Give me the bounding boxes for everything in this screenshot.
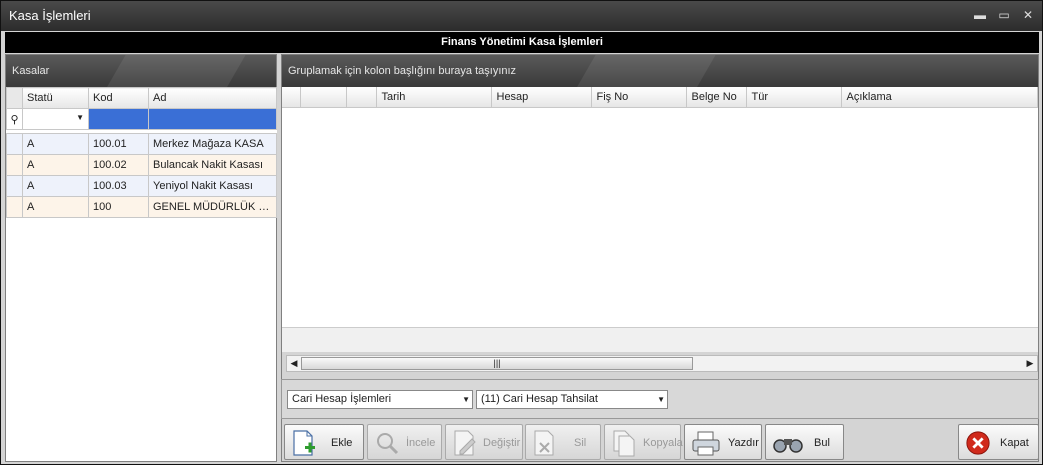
transaction-subtype-select[interactable]: (11) Cari Hesap Tahsilat ▼ — [476, 390, 668, 409]
row-indicator — [6, 196, 23, 218]
print-button-label: Yazdır — [728, 437, 759, 449]
cell-status: A — [22, 133, 89, 155]
column-header-type[interactable]: Tür — [746, 87, 842, 108]
close-button-label: Kapat — [1000, 437, 1029, 449]
delete-button-label: Sil — [574, 437, 587, 449]
cell-status: A — [22, 175, 89, 197]
cell-name: GENEL MÜDÜRLÜK NAKİT KASASI — [148, 196, 277, 218]
name-filter-input[interactable] — [148, 108, 277, 130]
table-row[interactable]: A 100.03 Yeniyol Nakit Kasası — [6, 175, 277, 197]
magnifier-icon — [377, 433, 399, 455]
window-title: Kasa İşlemleri — [9, 8, 91, 23]
group-by-hint[interactable]: Gruplamak için kolon başlığını buraya ta… — [282, 55, 1038, 87]
transaction-type-value: Cari Hesap İşlemleri — [292, 393, 392, 405]
horizontal-scrollbar[interactable]: ◀ ||| ▶ — [286, 355, 1038, 372]
filter-bar: Cari Hesap İşlemleri ▼ (11) Cari Hesap T… — [281, 379, 1039, 419]
title-bar: Kasa İşlemleri ▬ ▭ ✕ — [1, 1, 1042, 31]
chevron-down-icon: ▼ — [462, 395, 470, 404]
column-header-account[interactable]: Hesap — [491, 87, 592, 108]
column-header-date[interactable]: Tarih — [376, 87, 492, 108]
copy-button[interactable]: Kopyala — [604, 424, 683, 460]
print-button[interactable]: Yazdır — [684, 424, 762, 460]
find-button-label: Bul — [814, 437, 830, 449]
scroll-right-icon[interactable]: ▶ — [1024, 357, 1036, 370]
delete-document-icon — [534, 430, 554, 456]
printer-icon — [692, 431, 720, 456]
cell-code: 100.02 — [88, 154, 149, 176]
cell-name: Merkez Mağaza KASA — [148, 133, 277, 155]
add-button-label: Ekle — [331, 437, 353, 449]
table-row[interactable]: A 100 GENEL MÜDÜRLÜK NAKİT KASASI — [6, 196, 277, 218]
delete-button[interactable]: Sil — [525, 424, 601, 460]
edit-document-icon — [454, 430, 476, 456]
row-indicator-header — [6, 87, 23, 109]
table-row[interactable]: A 100.01 Merkez Mağaza KASA — [6, 133, 277, 155]
panel-title: Kasalar — [6, 55, 276, 87]
kasalar-panel: Kasalar Statü Kod Ad ⚲ ▼ A 100.01 Merkez… — [5, 54, 277, 462]
binoculars-icon — [773, 439, 803, 453]
grid-footer — [282, 327, 1038, 352]
row-indicator — [6, 154, 23, 176]
close-circle-icon — [966, 431, 990, 455]
column-header-status[interactable]: Statü — [22, 87, 89, 109]
row-indicator — [6, 133, 23, 155]
edit-button-label: Değiştir — [483, 437, 521, 449]
column-header-code[interactable]: Kod — [88, 87, 149, 109]
window: Kasa İşlemleri ▬ ▭ ✕ Finans Yönetimi Kas… — [0, 0, 1043, 465]
page-title: Finans Yönetimi Kasa İşlemleri — [5, 32, 1039, 53]
add-document-icon — [293, 430, 315, 456]
transaction-subtype-value: (11) Cari Hesap Tahsilat — [481, 393, 598, 405]
cell-name: Bulancak Nakit Kasası — [148, 154, 277, 176]
group-column-header — [346, 87, 377, 108]
copy-icon — [613, 430, 635, 457]
edit-button[interactable]: Değiştir — [445, 424, 523, 460]
cell-code: 100 — [88, 196, 149, 218]
transaction-type-select[interactable]: Cari Hesap İşlemleri ▼ — [287, 390, 473, 409]
cell-code: 100.03 — [88, 175, 149, 197]
chevron-down-icon: ▼ — [657, 395, 665, 404]
filter-icon: ⚲ — [6, 108, 23, 130]
group-column-header — [300, 87, 347, 108]
cell-code: 100.01 — [88, 133, 149, 155]
code-filter-input[interactable] — [88, 108, 149, 130]
transactions-grid: Tarih Hesap Fiş No Belge No Tür Açıklama — [282, 87, 1038, 327]
column-header-document-no[interactable]: Belge No — [686, 87, 747, 108]
row-indicator — [6, 175, 23, 197]
copy-button-label: Kopyala — [643, 437, 683, 449]
scrollbar-thumb[interactable]: ||| — [301, 357, 693, 370]
cell-name: Yeniyol Nakit Kasası — [148, 175, 277, 197]
column-header-description[interactable]: Açıklama — [841, 87, 1038, 108]
cell-status: A — [22, 154, 89, 176]
close-icon[interactable]: ✕ — [1019, 7, 1037, 23]
kasalar-grid: Statü Kod Ad ⚲ ▼ A 100.01 Merkez Mağaza … — [6, 87, 277, 218]
row-indicator-header — [282, 87, 301, 108]
column-header-name[interactable]: Ad — [148, 87, 277, 109]
inspect-button[interactable]: İncele — [367, 424, 442, 460]
maximize-icon[interactable]: ▭ — [995, 7, 1013, 23]
chevron-down-icon: ▼ — [76, 113, 84, 122]
scroll-left-icon[interactable]: ◀ — [288, 357, 300, 370]
table-row[interactable]: A 100.02 Bulancak Nakit Kasası — [6, 154, 277, 176]
column-header-receipt-no[interactable]: Fiş No — [591, 87, 687, 108]
find-button[interactable]: Bul — [765, 424, 844, 460]
add-button[interactable]: Ekle — [284, 424, 364, 460]
inspect-button-label: İncele — [406, 437, 436, 449]
close-button[interactable]: Kapat — [958, 424, 1039, 460]
status-filter-dropdown[interactable]: ▼ — [22, 108, 89, 130]
cell-status: A — [22, 196, 89, 218]
minimize-icon[interactable]: ▬ — [971, 7, 989, 23]
